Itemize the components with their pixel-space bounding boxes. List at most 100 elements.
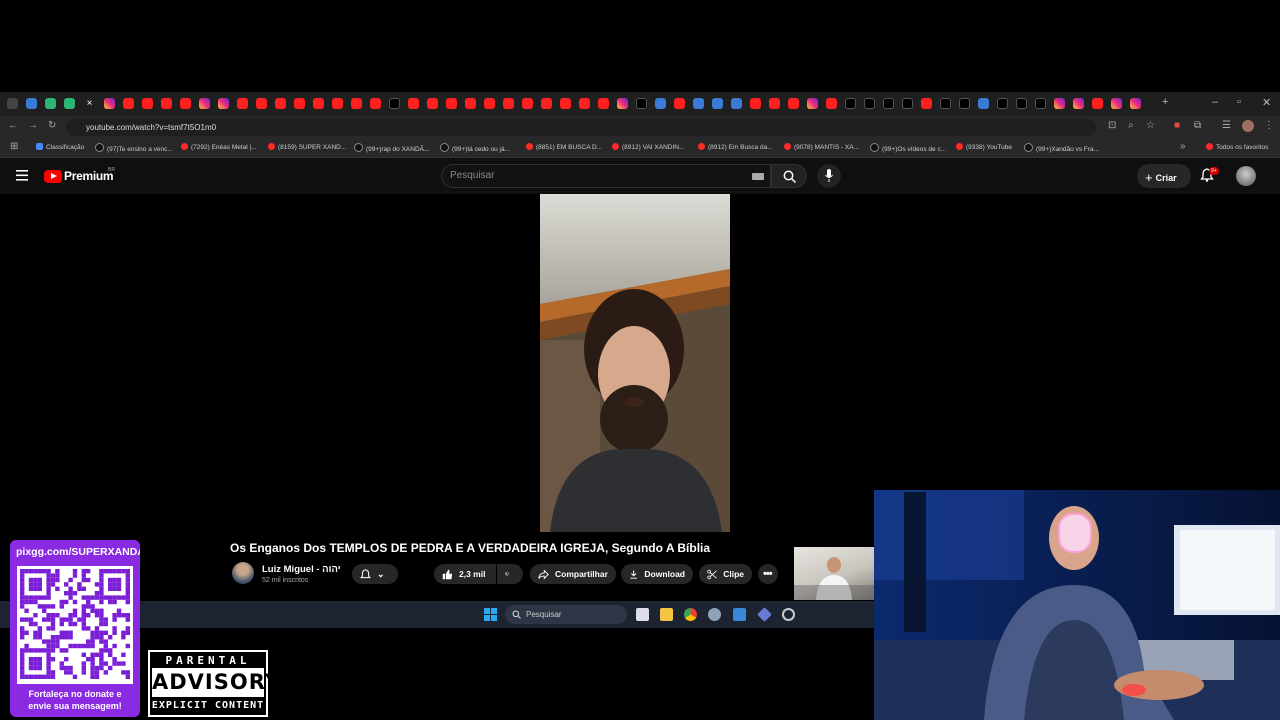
- tab-favicon[interactable]: [275, 98, 286, 109]
- bookmark-item[interactable]: (8159) SUPER XAND...: [268, 143, 346, 151]
- maximize-icon[interactable]: ▫: [1237, 96, 1241, 108]
- new-tab-icon[interactable]: +: [1162, 96, 1168, 108]
- apps-grid-icon[interactable]: ⊞: [10, 141, 18, 152]
- share-button[interactable]: Compartilhar: [530, 564, 616, 584]
- bookmark-item[interactable]: (99+)Os vídeos de c...: [870, 143, 946, 153]
- tab-favicon[interactable]: [351, 98, 362, 109]
- tab-favicon[interactable]: [237, 98, 248, 109]
- tab-favicon[interactable]: [541, 98, 552, 109]
- bookmark-star-icon[interactable]: ☆: [1146, 120, 1155, 131]
- tab-favicon[interactable]: [788, 98, 799, 109]
- tab-favicon[interactable]: [1035, 98, 1046, 109]
- tab-favicon[interactable]: [313, 98, 324, 109]
- app-circle-icon[interactable]: [782, 608, 795, 621]
- tab-favicon[interactable]: [712, 98, 723, 109]
- bookmark-item[interactable]: (99+)rap do XANDÃ...: [354, 143, 429, 153]
- voice-search-button[interactable]: [817, 164, 841, 188]
- search-button[interactable]: [771, 164, 807, 188]
- youtube-logo-icon[interactable]: [44, 170, 62, 183]
- tab-favicon[interactable]: [845, 98, 856, 109]
- tab-favicon[interactable]: [1130, 98, 1141, 109]
- tab-search-icon[interactable]: [7, 98, 18, 109]
- file-explorer-icon[interactable]: [660, 608, 673, 621]
- tab-favicon[interactable]: [218, 98, 229, 109]
- tab-favicon[interactable]: [902, 98, 913, 109]
- tab-favicon[interactable]: [1111, 98, 1122, 109]
- tab-favicon[interactable]: [1054, 98, 1065, 109]
- tab-favicon[interactable]: [1073, 98, 1084, 109]
- bookmark-item[interactable]: (8912) Em Busca da...: [698, 143, 773, 151]
- profile-avatar[interactable]: [1242, 120, 1254, 132]
- download-button[interactable]: Download: [621, 564, 693, 584]
- tab-favicon[interactable]: [921, 98, 932, 109]
- tab-favicon[interactable]: [769, 98, 780, 109]
- tab-favicon[interactable]: [978, 98, 989, 109]
- tab-favicon[interactable]: [731, 98, 742, 109]
- tab-favicon[interactable]: [883, 98, 894, 109]
- tab-favicon[interactable]: [655, 98, 666, 109]
- tab-favicon[interactable]: [465, 98, 476, 109]
- extensions-puzzle-icon[interactable]: ⧉: [1194, 120, 1201, 131]
- tab-favicon[interactable]: [142, 98, 153, 109]
- bookmark-item[interactable]: (8912) VAI XANDIN...: [612, 143, 684, 151]
- settings-gear-icon[interactable]: [708, 608, 721, 621]
- reload-icon[interactable]: ↻: [48, 120, 56, 131]
- tab-favicon[interactable]: [408, 98, 419, 109]
- install-icon[interactable]: ⊡: [1108, 120, 1116, 131]
- tab-favicon[interactable]: [940, 98, 951, 109]
- bookmark-item[interactable]: Classificação: [36, 143, 84, 151]
- tab-favicon[interactable]: [484, 98, 495, 109]
- tab-favicon[interactable]: [180, 98, 191, 109]
- tab-favicon[interactable]: [693, 98, 704, 109]
- close-window-icon[interactable]: ✕: [1262, 96, 1271, 109]
- tab-favicon[interactable]: [826, 98, 837, 109]
- tab-favicon[interactable]: [45, 98, 56, 109]
- tab-favicon[interactable]: [1092, 98, 1103, 109]
- bookmark-item[interactable]: (9078) MANTIS - XA...: [784, 143, 859, 151]
- tab-favicon[interactable]: [427, 98, 438, 109]
- taskbar-search[interactable]: Pesquisar: [505, 605, 627, 624]
- bookmark-item[interactable]: (8851) EM BUSCA D...: [526, 143, 602, 151]
- like-button[interactable]: 2,3 mil: [434, 564, 496, 584]
- tab-favicon[interactable]: [598, 98, 609, 109]
- side-panel-icon[interactable]: ☰: [1222, 120, 1231, 131]
- tab-favicon[interactable]: [522, 98, 533, 109]
- logo-text[interactable]: Premium: [64, 169, 114, 183]
- photos-icon[interactable]: [733, 608, 746, 621]
- bookmark-item[interactable]: (99+)tá cedo ou já...: [440, 143, 510, 153]
- tab-favicon[interactable]: [503, 98, 514, 109]
- bookmark-item[interactable]: (7292) Enéas Metal |...: [181, 143, 257, 151]
- tab-favicon[interactable]: [807, 98, 818, 109]
- tab-favicon[interactable]: [636, 98, 647, 109]
- tab-favicon[interactable]: [617, 98, 628, 109]
- channel-name[interactable]: Luiz Miguel - יהוה: [262, 564, 341, 575]
- windows-start-icon[interactable]: [484, 608, 497, 621]
- zoom-icon[interactable]: ⌕: [1128, 120, 1134, 131]
- tab-favicon[interactable]: [294, 98, 305, 109]
- tab-favicon[interactable]: [26, 98, 37, 109]
- bookmark-item[interactable]: (97)Te ensino a venc...: [95, 143, 173, 153]
- all-bookmarks[interactable]: Todos os favoritos: [1206, 143, 1268, 151]
- tab-favicon[interactable]: [1016, 98, 1027, 109]
- tab-favicon[interactable]: [674, 98, 685, 109]
- search-input[interactable]: [450, 170, 740, 181]
- suggested-video-thumbnail[interactable]: [794, 547, 874, 600]
- tab-favicon[interactable]: [370, 98, 381, 109]
- keyboard-icon[interactable]: [752, 173, 764, 180]
- tab-favicon[interactable]: [959, 98, 970, 109]
- channel-avatar[interactable]: [232, 562, 254, 584]
- tab-favicon[interactable]: [864, 98, 875, 109]
- tab-favicon[interactable]: [104, 98, 115, 109]
- url-field[interactable]: youtube.com/watch?v=tsmf7t5O1m0: [66, 119, 1096, 136]
- video-player[interactable]: [540, 194, 730, 532]
- app-diamond-icon[interactable]: [757, 607, 772, 622]
- forward-icon[interactable]: →: [28, 120, 38, 131]
- close-tab-icon[interactable]: ×: [84, 98, 95, 109]
- tab-favicon[interactable]: [199, 98, 210, 109]
- back-icon[interactable]: ←: [8, 120, 18, 131]
- dislike-button[interactable]: [497, 564, 523, 584]
- extension-icon[interactable]: ■: [1174, 120, 1180, 131]
- minimize-icon[interactable]: –: [1212, 96, 1218, 108]
- bookmark-item[interactable]: (9338) YouTube: [956, 143, 1012, 151]
- chrome-icon[interactable]: [684, 608, 697, 621]
